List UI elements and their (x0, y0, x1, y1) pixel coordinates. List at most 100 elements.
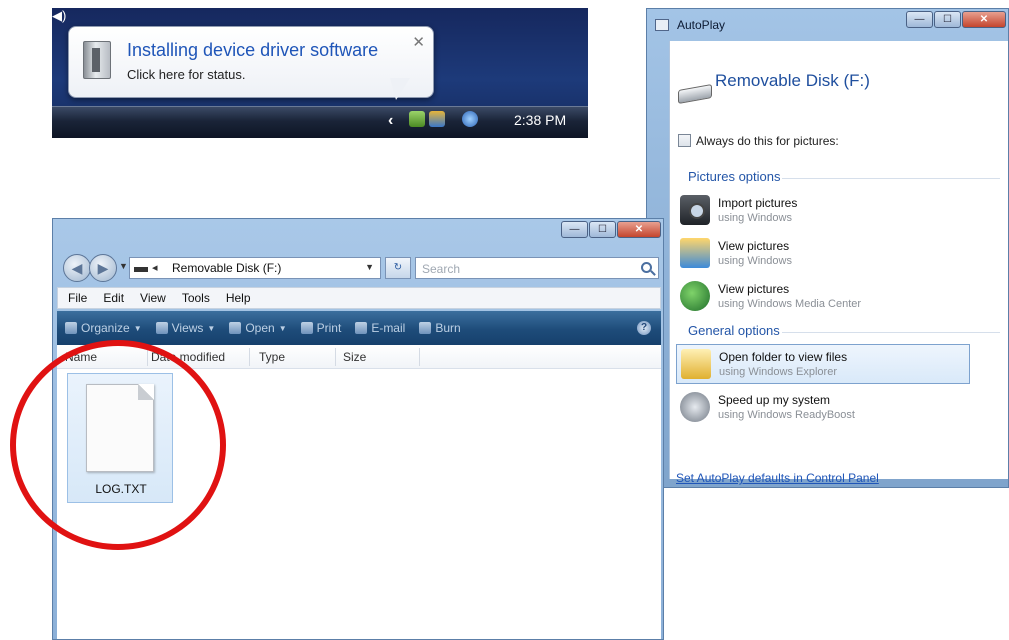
section-divider (782, 178, 1000, 179)
option-label: Speed up my system (718, 393, 831, 407)
menu-file[interactable]: File (68, 291, 87, 305)
volume-icon[interactable]: ◀) (52, 8, 588, 24)
camera-icon (680, 195, 710, 225)
autoplay-window: AutoPlay — ☐ ✕ Removable Disk (F:) Alway… (646, 8, 1009, 488)
close-button[interactable]: ✕ (617, 221, 661, 238)
maximize-button[interactable]: ☐ (934, 11, 961, 28)
option-view-pictures[interactable]: View pictures using Windows (676, 234, 970, 274)
minimize-button[interactable]: — (906, 11, 933, 28)
taskbar (52, 106, 588, 138)
toolbar-label: Print (316, 321, 342, 335)
file-name: LOG.TXT (95, 482, 147, 496)
folder-icon (681, 349, 711, 379)
breadcrumb-separator: ◂ (152, 262, 158, 274)
open-icon (229, 322, 242, 334)
window-controls: — ☐ ✕ (906, 11, 1006, 28)
autoplay-heading: Removable Disk (F:) (715, 71, 870, 90)
option-sub: using Windows (718, 255, 792, 267)
tray-clock[interactable]: 2:38 PM (514, 112, 566, 128)
email-button[interactable]: E-mail (355, 321, 405, 335)
toolbar-label: E-mail (371, 321, 406, 335)
windows-flag-icon[interactable] (429, 111, 445, 127)
file-list-area: Name Date modified Type Size LOG.TXT (57, 345, 661, 639)
option-label: Import pictures (718, 196, 798, 210)
open-button[interactable]: Open ▼ (229, 321, 287, 335)
always-do-this-checkbox[interactable] (678, 134, 691, 147)
balloon-tail (390, 78, 410, 100)
text-file-icon (86, 384, 154, 472)
option-label: View pictures (718, 282, 790, 296)
maximize-button[interactable]: ☐ (589, 221, 616, 238)
option-open-folder[interactable]: Open folder to view files using Windows … (676, 344, 970, 384)
menu-view[interactable]: View (140, 291, 166, 305)
notification-balloon[interactable]: Installing device driver software Click … (68, 26, 434, 98)
organize-icon (65, 322, 77, 334)
drive-icon (134, 267, 148, 272)
chevron-down-icon: ▼ (133, 323, 142, 333)
column-type[interactable]: Type (259, 350, 285, 364)
autoplay-app-icon (655, 19, 669, 31)
print-button[interactable]: Print (300, 321, 342, 335)
autoplay-defaults-link[interactable]: Set AutoPlay defaults in Control Panel (676, 471, 879, 485)
option-view-pictures-media-center[interactable]: View pictures using Windows Media Center (676, 277, 970, 317)
column-size[interactable]: Size (343, 350, 366, 364)
recent-pages-dropdown[interactable]: ▼ (119, 261, 128, 271)
views-icon (155, 322, 168, 334)
option-import-pictures[interactable]: Import pictures using Windows (676, 191, 970, 231)
chevron-down-icon: ▼ (278, 323, 287, 333)
option-speed-up-system[interactable]: Speed up my system using Windows ReadyBo… (676, 388, 970, 428)
search-icon[interactable] (641, 262, 652, 273)
network-icon[interactable] (462, 111, 478, 127)
minimize-button[interactable]: — (561, 221, 588, 238)
menu-tools[interactable]: Tools (182, 291, 210, 305)
notification-title[interactable]: Installing device driver software (127, 40, 378, 61)
address-bar[interactable]: ◂ Removable Disk (F:) ▼ (129, 257, 381, 279)
refresh-button[interactable]: ↻ (385, 257, 411, 279)
readyboost-icon (680, 392, 710, 422)
always-do-this-label[interactable]: Always do this for pictures: (696, 134, 839, 148)
toolbar-label: Open (245, 321, 275, 335)
window-title: AutoPlay (677, 18, 726, 32)
back-button[interactable]: ◀ (63, 254, 91, 282)
column-divider[interactable] (249, 348, 250, 366)
chevron-down-icon: ▼ (207, 323, 216, 333)
tray-expand-icon[interactable]: ‹ (388, 112, 393, 130)
search-input[interactable]: Search (415, 257, 659, 279)
address-text[interactable]: Removable Disk (F:) (172, 261, 281, 275)
views-button[interactable]: Views ▼ (155, 321, 216, 335)
forward-button[interactable]: ▶ (89, 254, 117, 282)
column-divider[interactable] (147, 348, 148, 366)
toolbar-label: Burn (435, 321, 461, 335)
menu-edit[interactable]: Edit (103, 291, 124, 305)
column-name[interactable]: Name (65, 350, 97, 364)
chevron-down-icon[interactable]: ▼ (365, 262, 374, 272)
search-placeholder: Search (422, 262, 461, 276)
section-divider (782, 332, 1000, 333)
option-sub: using Windows (718, 212, 792, 224)
navigation-bar: ◀ ▶ ▼ ◂ Removable Disk (F:) ▼ ↻ Search (63, 253, 659, 283)
option-sub: using Windows Media Center (718, 298, 862, 310)
file-item[interactable]: LOG.TXT (67, 373, 173, 503)
column-divider[interactable] (419, 348, 420, 366)
autoplay-content: Removable Disk (F:) Always do this for p… (669, 41, 1008, 485)
column-date-modified[interactable]: Date modified (151, 350, 225, 364)
device-install-icon[interactable] (409, 111, 425, 127)
media-center-icon (680, 281, 710, 311)
window-controls: — ☐ ✕ (561, 221, 661, 238)
organize-button[interactable]: Organize ▼ (65, 321, 142, 335)
column-header: Name Date modified Type Size (57, 345, 661, 369)
menu-help[interactable]: Help (226, 291, 251, 305)
option-sub: using Windows ReadyBoost (718, 409, 855, 421)
help-icon[interactable]: ? (637, 321, 651, 335)
printer-icon (300, 322, 313, 334)
column-divider[interactable] (335, 348, 336, 366)
pictures-options-title: Pictures options (688, 169, 781, 184)
close-icon[interactable]: ✕ (412, 33, 425, 51)
notification-subtitle[interactable]: Click here for status. (127, 67, 246, 82)
burn-disc-icon (419, 322, 432, 334)
close-button[interactable]: ✕ (962, 11, 1006, 28)
burn-button[interactable]: Burn (419, 321, 461, 335)
device-icon (83, 41, 111, 79)
menu-bar: File Edit View Tools Help (57, 287, 661, 309)
general-options-title: General options (688, 323, 780, 338)
